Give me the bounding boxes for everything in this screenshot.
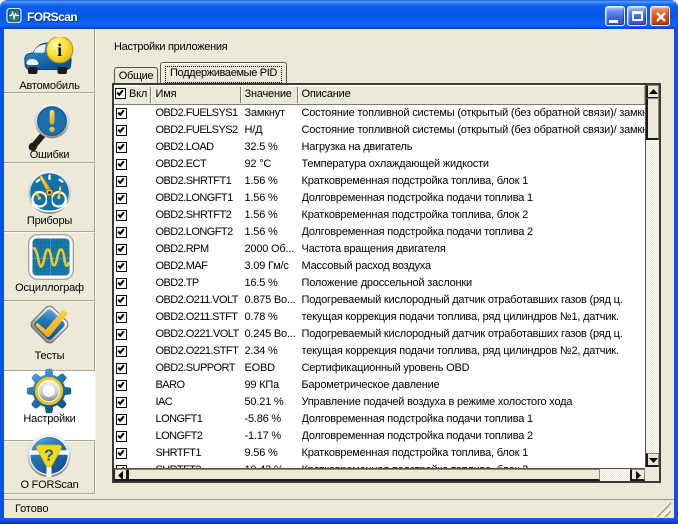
svg-text:?: ?	[44, 448, 54, 465]
svg-text:i: i	[57, 40, 62, 60]
